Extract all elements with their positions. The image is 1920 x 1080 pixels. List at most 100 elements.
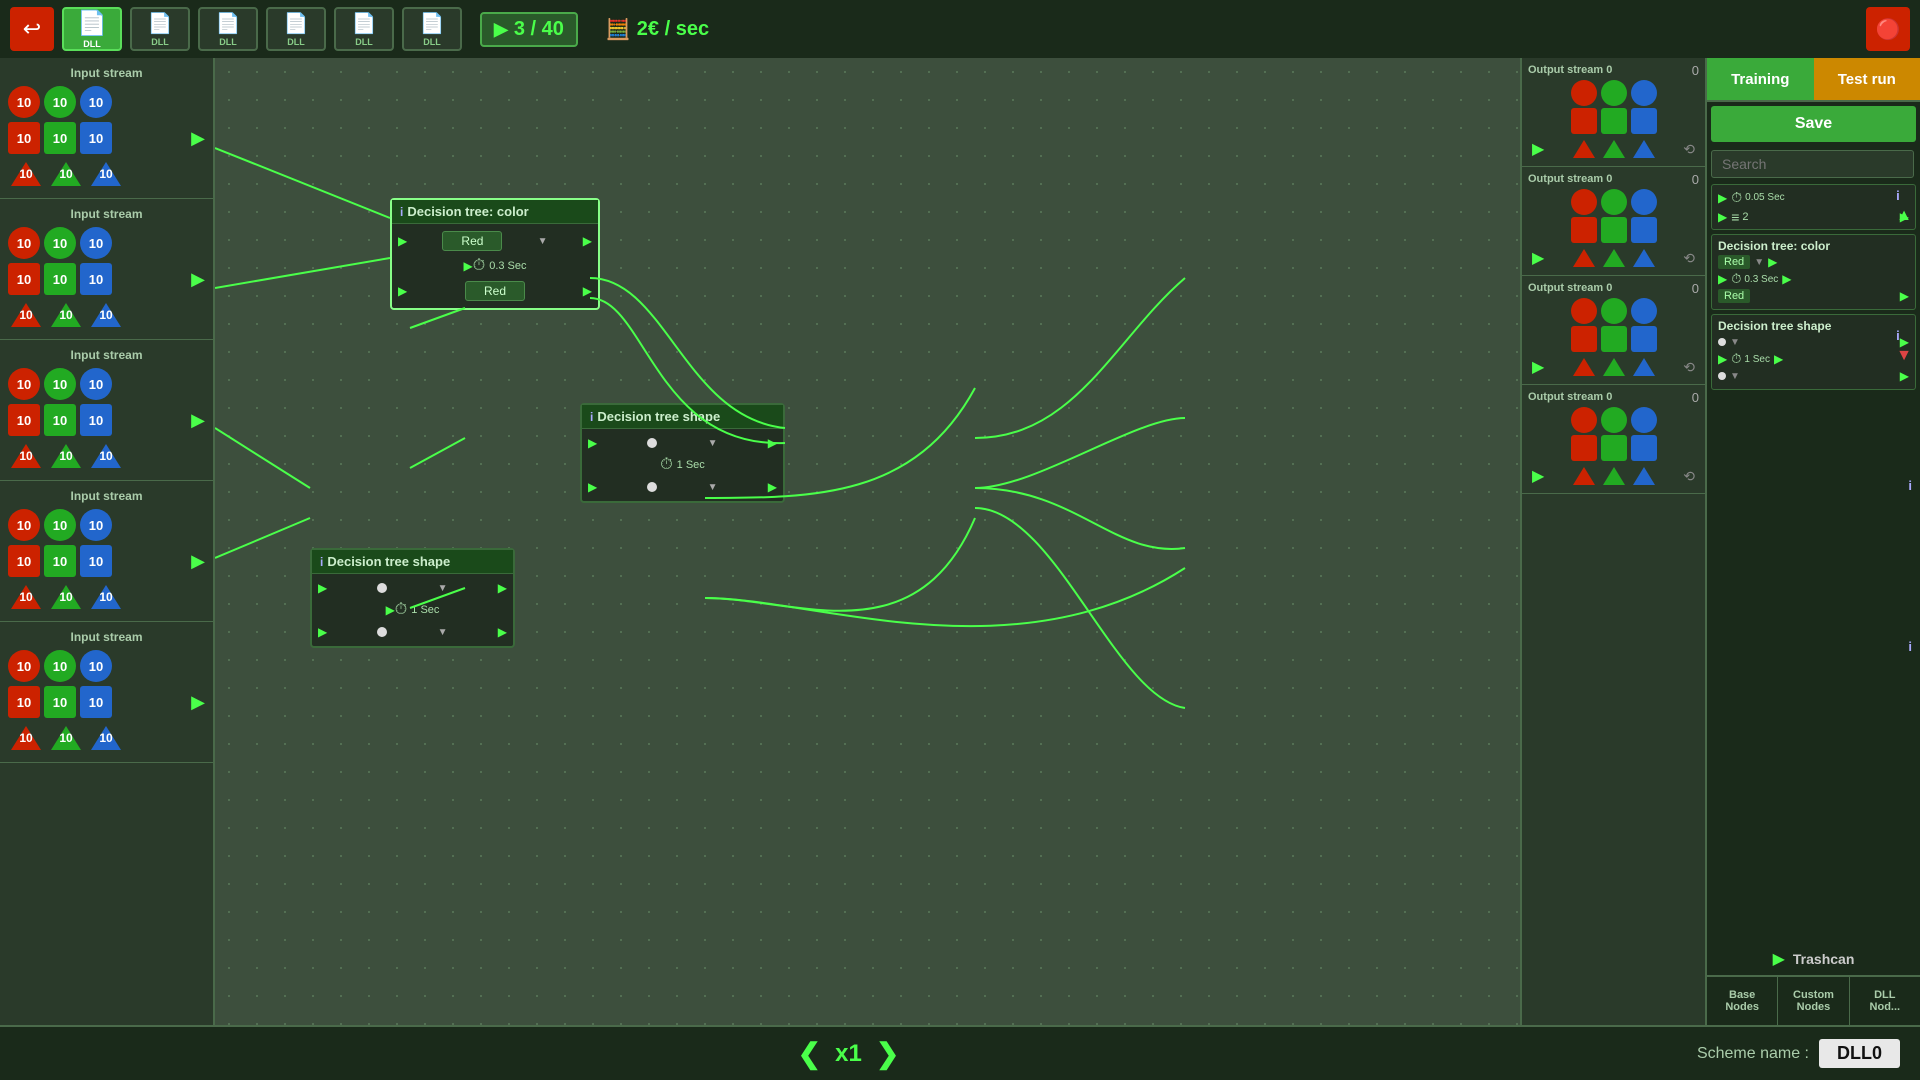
search-input[interactable] <box>1711 150 1914 178</box>
collapse-arrow-mid[interactable]: ▼ <box>1896 347 1912 365</box>
rp-color-val2[interactable]: Red <box>1718 289 1750 303</box>
node-dd-shape2[interactable]: ▼ <box>438 583 448 594</box>
counter-value: 3 / 40 <box>514 18 564 41</box>
square-green-4: 10 <box>44 686 76 718</box>
expand-arrow-top[interactable]: ▲ <box>1896 207 1912 225</box>
out-circle-green-2 <box>1601 298 1627 324</box>
output-count-0: 0 <box>1692 63 1699 78</box>
decision-shape-node-2[interactable]: i Decision tree shape ▶ ▼ ▶ ▶ ⏱ 1 Sec <box>310 548 515 648</box>
node-dd-shape1[interactable]: ▼ <box>708 438 718 449</box>
node-timer-shape2: ⏱ 1 Sec <box>395 601 440 619</box>
tab-base-nodes[interactable]: BaseNodes <box>1707 977 1778 1025</box>
input-stream-2: Input stream 10 10 10 10 10 10 ▶ 10 10 1… <box>0 340 213 481</box>
circle-red-0: 10 <box>8 86 40 118</box>
dll-button-4[interactable]: 📄 DLL <box>334 7 394 51</box>
scheme-label: Scheme name : <box>1697 1045 1809 1063</box>
speed-control: ❮ x1 ❯ <box>0 1037 1697 1070</box>
top-right-button[interactable]: 🔴 <box>1866 7 1910 51</box>
rp-shape-dd2[interactable]: ▼ <box>1730 371 1740 382</box>
square-green-1: 10 <box>44 263 76 295</box>
tab-custom-nodes[interactable]: CustomNodes <box>1778 977 1849 1025</box>
output-play-3[interactable]: ▶ <box>1532 466 1544 486</box>
out-square-blue-1 <box>1631 217 1657 243</box>
decision-color-node[interactable]: i Decision tree: color ▶ Red ▼ ▶ ▶ ⏱ 0.3… <box>390 198 600 310</box>
stream-play-4[interactable]: ▶ <box>191 692 205 713</box>
out-square-green-2 <box>1601 326 1627 352</box>
out-square-blue-0 <box>1631 108 1657 134</box>
output-play-0[interactable]: ▶ <box>1532 139 1544 159</box>
stream-title-3: Input stream <box>0 487 213 507</box>
speed-left-button[interactable]: ❮ <box>798 1037 821 1070</box>
square-green-2: 10 <box>44 404 76 436</box>
dll-button-1[interactable]: 📄 DLL <box>130 7 190 51</box>
rp-timing-expand2[interactable]: ▶ <box>1718 210 1727 224</box>
out-square-green-1 <box>1601 217 1627 243</box>
output-play-1[interactable]: ▶ <box>1532 248 1544 268</box>
save-button[interactable]: Save <box>1711 106 1916 142</box>
dll-button-3[interactable]: 📄 DLL <box>266 7 326 51</box>
speed-right-button[interactable]: ❯ <box>876 1037 899 1070</box>
tab-testrun[interactable]: Test run <box>1814 58 1920 100</box>
output-section-3: Output stream 0 0 ▶ ⟲ <box>1522 385 1705 494</box>
out-circle-blue-3 <box>1631 407 1657 433</box>
right-panel-tabs: Training Test run <box>1707 58 1920 102</box>
square-blue-0: 10 <box>80 122 112 154</box>
node-dd2-shape1[interactable]: ▼ <box>708 482 718 493</box>
rp-shape-dd1[interactable]: ▼ <box>1730 337 1740 348</box>
out-square-blue-2 <box>1631 326 1657 352</box>
node-value-red-1[interactable]: Red <box>442 231 502 251</box>
output-play-2[interactable]: ▶ <box>1532 357 1544 377</box>
node-dropdown-color[interactable]: ▼ <box>538 236 548 247</box>
output-count-1: 0 <box>1692 172 1699 187</box>
rp-node-decision-color[interactable]: Decision tree: color Red ▼ ▶ ▶ ⏱ 0.3 Sec… <box>1711 234 1916 310</box>
rp-shape-title: Decision tree shape <box>1718 319 1909 333</box>
stream-play-1[interactable]: ▶ <box>191 269 205 290</box>
out-square-red-0 <box>1571 108 1597 134</box>
out-square-blue-3 <box>1631 435 1657 461</box>
output-section-1: Output stream 0 0 ▶ ⟲ <box>1522 167 1705 276</box>
info-icon-mid: i <box>1896 328 1912 343</box>
node-output-arrow-shape1: ▶ <box>768 436 777 450</box>
rp-color-val1[interactable]: Red <box>1718 255 1750 269</box>
counter-box[interactable]: ▶ 3 / 40 <box>480 12 578 47</box>
rp-color-dd1[interactable]: ▼ <box>1754 257 1764 268</box>
circle-blue-3: 10 <box>80 509 112 541</box>
stream-play-0[interactable]: ▶ <box>191 128 205 149</box>
node-value-red-2[interactable]: Red <box>465 281 525 301</box>
dll-button-2[interactable]: 📄 DLL <box>198 7 258 51</box>
rp-color-expand[interactable]: ▶ <box>1718 272 1727 286</box>
output-title-2: Output stream 0 <box>1528 280 1612 296</box>
left-panel: Input stream 10 10 10 10 10 10 ▶ 10 10 1… <box>0 58 215 1025</box>
tab-training[interactable]: Training <box>1707 58 1814 100</box>
stream-play-3[interactable]: ▶ <box>191 551 205 572</box>
rate-box: 🧮 2€ / sec <box>606 17 709 42</box>
square-blue-4: 10 <box>80 686 112 718</box>
dll-button-5[interactable]: 📄 DLL <box>402 7 462 51</box>
node-dot2-shape1 <box>647 482 657 492</box>
rp-color-arrow3: ▶ <box>1900 289 1909 303</box>
back-button[interactable]: ↩ <box>10 7 54 51</box>
node-info-icon-shape2: i <box>320 555 323 569</box>
node-dd2-shape2[interactable]: ▼ <box>438 627 448 638</box>
out-circle-blue-1 <box>1631 189 1657 215</box>
tab-dll-nodes[interactable]: DLLNod... <box>1850 977 1920 1025</box>
decision-shape-node-1[interactable]: i Decision tree shape ▶ ▼ ▶ ⏱ 1 Sec <box>580 403 785 503</box>
stream-play-2[interactable]: ▶ <box>191 410 205 431</box>
rate-value: 2€ / sec <box>637 18 709 41</box>
rp-shape-play[interactable]: ▶ <box>1718 352 1727 366</box>
scroll-icon-0: ⟲ <box>1683 141 1695 158</box>
circle-blue-2: 10 <box>80 368 112 400</box>
dll-button-0[interactable]: 📄 DLL <box>62 7 122 51</box>
rp-node-decision-shape[interactable]: Decision tree shape ▼ ▶ ▶ ⏱ 1 Sec ▶ ▼ ▶ <box>1711 314 1916 390</box>
output-title-3: Output stream 0 <box>1528 389 1612 405</box>
info-icon-bottom: i <box>1908 478 1912 493</box>
square-green-3: 10 <box>44 545 76 577</box>
out-circle-blue-0 <box>1631 80 1657 106</box>
right-panel-bottom-tabs: BaseNodes CustomNodes DLLNod... <box>1707 975 1920 1025</box>
rp-timing-expand[interactable]: ▶ <box>1718 191 1727 205</box>
decision-shape1-title: Decision tree shape <box>597 409 720 424</box>
trashcan-play-arrow[interactable]: ▶ <box>1773 949 1785 969</box>
trashcan-label: Trashcan <box>1793 951 1854 967</box>
out-square-green-0 <box>1601 108 1627 134</box>
speed-value-display: x1 <box>835 1040 862 1068</box>
